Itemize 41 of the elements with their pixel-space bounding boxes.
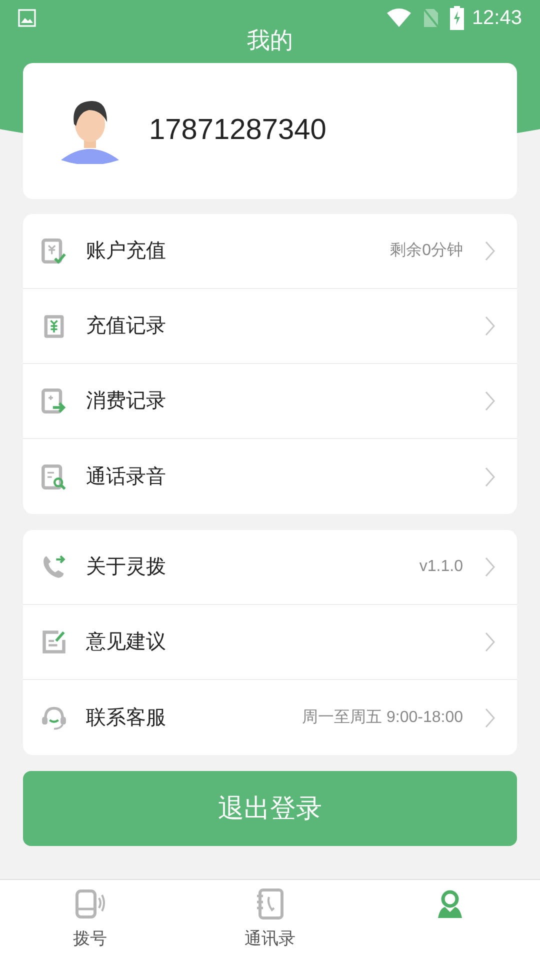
menu-label: 意见建议 — [86, 630, 167, 655]
chevron-right-icon — [485, 391, 495, 411]
menu-item[interactable]: 联系客服 周一至周五 9:00-18:00 — [23, 680, 517, 755]
phone-arrow-icon — [41, 554, 67, 580]
note-pencil-icon — [41, 629, 67, 655]
menu-label: 充值记录 — [86, 314, 167, 339]
menu-item[interactable]: 充值记录 — [23, 289, 517, 364]
page-title: 我的 — [246, 26, 294, 55]
menu-item[interactable]: 关于灵拨 v1.1.0 — [23, 530, 517, 605]
tab[interactable]: 通讯录 — [180, 880, 360, 960]
receipt-arrow-icon — [41, 388, 67, 414]
chevron-right-icon — [485, 632, 495, 652]
menu-item[interactable]: 账户充值 剩余0分钟 — [23, 214, 517, 289]
chevron-right-icon — [485, 241, 495, 261]
clock: 12:43 — [472, 6, 522, 31]
menu-value: 周一至周五 9:00-18:00 — [302, 708, 463, 728]
avatar-icon — [61, 98, 119, 164]
phone-signal-icon — [74, 888, 106, 920]
menu-label: 联系客服 — [86, 706, 167, 730]
receipt-check-icon — [41, 238, 67, 264]
phone-number: 17871287340 — [149, 113, 326, 148]
menu-item[interactable]: 意见建议 — [23, 605, 517, 680]
menu-item[interactable]: 消费记录 — [23, 364, 517, 439]
menu-label: 账户充值 — [86, 239, 167, 264]
chevron-right-icon — [485, 466, 495, 486]
menu-label: 关于灵拨 — [86, 555, 167, 580]
chevron-right-icon — [485, 316, 495, 336]
no-sim-icon — [422, 7, 440, 29]
chevron-right-icon — [485, 708, 495, 728]
menu-value: 剩余0分钟 — [390, 241, 463, 261]
menu-item[interactable]: 通话录音 — [23, 439, 517, 514]
menu-value: v1.1.0 — [419, 557, 463, 577]
chevron-right-icon — [485, 557, 495, 577]
menu-label: 通话录音 — [86, 464, 167, 490]
address-book-icon — [254, 888, 286, 920]
wifi-icon — [386, 8, 412, 28]
image-icon — [18, 9, 36, 27]
tab[interactable]: 拨号 — [0, 880, 180, 960]
document-search-icon — [41, 464, 67, 490]
menu-label: 消费记录 — [86, 389, 167, 414]
headset-icon — [41, 704, 67, 730]
